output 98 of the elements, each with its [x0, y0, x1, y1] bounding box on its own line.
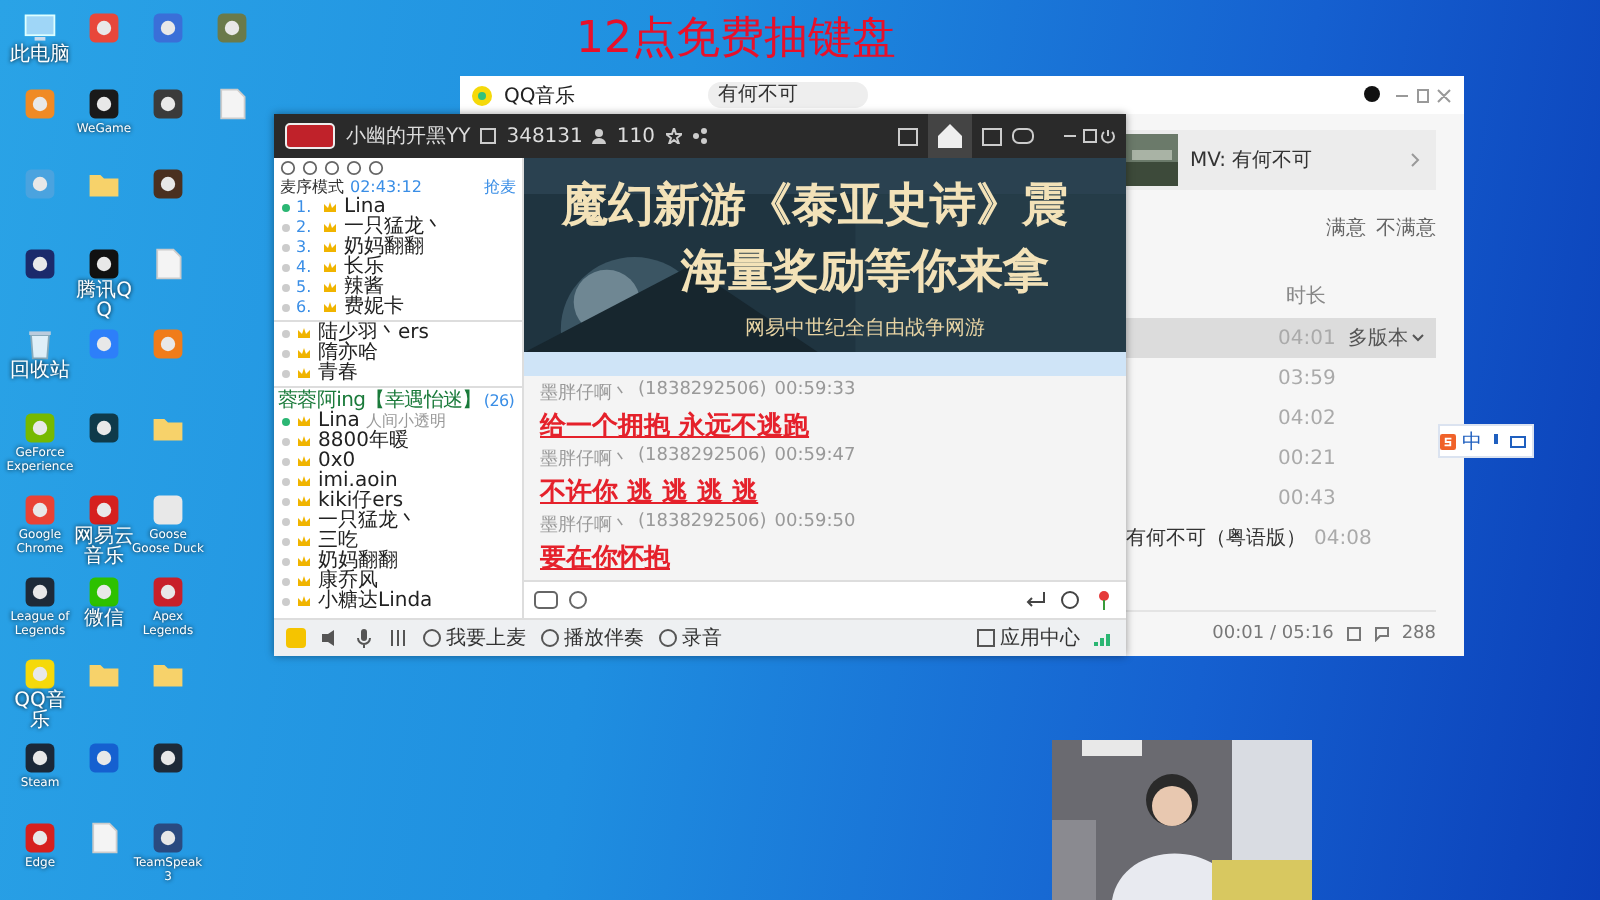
mv-title: MV: 有何不可: [1190, 148, 1313, 174]
user-name[interactable]: Lina: [344, 198, 386, 218]
input-method-bar[interactable]: 中: [1438, 424, 1534, 458]
feedback-link[interactable]: 不满意: [1376, 214, 1436, 242]
person-icon: [592, 128, 607, 144]
queue-rank: 3.: [296, 238, 314, 258]
user-status: 人间小透明: [365, 412, 446, 430]
song-duration: 00:43: [1278, 487, 1336, 509]
banner-tagline: 网易中世纪全自由战争网游: [745, 315, 985, 342]
overlay-title: 12点免费抽键盘: [576, 12, 896, 68]
input-method-logo-icon: [1440, 433, 1456, 449]
channel-id: 348131: [506, 125, 583, 147]
versions-dropdown[interactable]: 多版本: [1347, 324, 1408, 352]
signal-icon: [1094, 628, 1114, 648]
chat-message: 不许你 逃 逃 逃 逃: [540, 475, 761, 510]
feedback-link[interactable]: 满意: [1326, 214, 1366, 242]
user-name[interactable]: 奶妈翻翻: [318, 552, 398, 572]
user-name[interactable]: 小糖达Linda: [318, 592, 433, 612]
playback-time: 00:01 / 05:16: [1212, 624, 1334, 644]
timer: 02:43:12: [350, 178, 422, 196]
chat-message: 要在你怀抱: [540, 541, 672, 576]
comment-count: 288: [1401, 624, 1436, 644]
search-field[interactable]: 有何不可: [707, 82, 868, 108]
user-name[interactable]: Lina: [318, 412, 360, 432]
avatar-icon[interactable]: [1364, 85, 1380, 105]
queue-rank: 2.: [296, 218, 314, 238]
user-name[interactable]: 青春: [318, 364, 358, 384]
user-name[interactable]: 隋亦哈: [318, 344, 378, 364]
message-time: 00:59:47: [774, 445, 856, 470]
computer-icon: [22, 10, 58, 46]
song-duration: 03:59: [1278, 367, 1336, 389]
equalizer-icon[interactable]: [388, 628, 408, 648]
sender-name: 墨胖仔啊丶: [540, 447, 630, 472]
user-name[interactable]: 长乐: [344, 258, 384, 278]
user-name[interactable]: 三吃: [318, 532, 358, 552]
user-name[interactable]: 辣酱: [344, 278, 384, 298]
song-row[interactable]: 有何不可（粤语版） 04:08: [1126, 518, 1436, 558]
mode-label: 麦序模式: [280, 178, 344, 198]
speaker-icon[interactable]: [320, 628, 340, 648]
toolbar-icon: [540, 628, 560, 648]
sender-name: 墨胖仔啊丶: [540, 381, 630, 406]
app-name: QQ音乐: [504, 83, 576, 109]
banner-headline: 海量奖励等你来拿: [681, 242, 1049, 302]
sender-id: (1838292506): [638, 511, 767, 536]
queue-rank: 4.: [296, 258, 314, 278]
user-name[interactable]: kiki仔ers: [318, 492, 404, 512]
user-name[interactable]: 8800年暖: [318, 432, 409, 452]
music-logo-icon: [472, 85, 492, 105]
user-name[interactable]: 费妮卡: [344, 298, 404, 318]
queue-rank: 6.: [296, 298, 314, 318]
comment-icon[interactable]: [1373, 626, 1390, 642]
user-name[interactable]: 0x0: [318, 452, 356, 472]
grab-mic-link[interactable]: 抢麦: [484, 178, 516, 198]
column-header: 时长: [1284, 283, 1328, 310]
queue-rank: 5.: [296, 278, 314, 298]
song-title: 有何不可（粤语版）: [1126, 528, 1306, 550]
chat-message: 给一个拥抱 永远不逃跑: [540, 409, 812, 444]
chevron-icon: [1410, 152, 1420, 168]
keyboard-icon: [1510, 433, 1526, 449]
online-count: 110: [616, 125, 655, 147]
home-icon[interactable]: [928, 114, 972, 158]
song-duration: 04:02: [1278, 407, 1336, 429]
user-name[interactable]: 一只猛龙丶: [344, 218, 444, 238]
sender-id: (1838292506): [638, 445, 767, 470]
toolbar-button[interactable]: 录音: [658, 624, 722, 652]
group-name[interactable]: 蓉蓉阿ing【幸遇怡迷】: [278, 390, 482, 412]
user-name[interactable]: 陆少羽丶ers: [318, 324, 429, 344]
user-name[interactable]: imi.aoin: [318, 472, 398, 492]
toolbar-icon: [658, 628, 678, 648]
toolbar-icon: [422, 628, 442, 648]
user-name[interactable]: 康乔风: [318, 572, 378, 592]
toolbar-button[interactable]: 我要上麦: [422, 624, 526, 652]
share-icon[interactable]: [691, 128, 707, 144]
file-icon: [150, 246, 186, 282]
song-duration: 00:21: [1278, 447, 1336, 469]
sender-id: (1838292506): [638, 379, 767, 404]
ad-banner[interactable]: 魔幻新游《泰亚史诗》震 海量奖励等你来拿 网易中世纪全自由战争网游: [524, 158, 1126, 353]
enter-icon[interactable]: [1024, 589, 1048, 610]
app-center-button[interactable]: 应用中心: [976, 624, 1080, 652]
user-name[interactable]: 奶妈翻翻: [344, 238, 424, 258]
file-icon: [214, 86, 250, 122]
message-time: 00:59:50: [774, 511, 856, 536]
toolbar-button[interactable]: 播放伴奏: [540, 624, 644, 652]
queue-rank: 1.: [296, 198, 314, 218]
file-icon: [86, 820, 122, 856]
user-name[interactable]: 一只猛龙丶: [318, 512, 418, 532]
star-icon[interactable]: [665, 128, 681, 144]
input-mode: 中: [1462, 429, 1482, 455]
channel-name: 小幽的开黑YY: [346, 123, 471, 150]
group-count: (26): [483, 390, 515, 412]
caret-icon[interactable]: [1411, 334, 1424, 342]
banner-headline: 魔幻新游《泰亚史诗》震: [562, 176, 1068, 236]
microphone-icon: [1488, 433, 1504, 449]
message-time: 00:59:33: [774, 379, 856, 404]
channel-logo-icon: [284, 122, 336, 150]
song-duration: 04:08: [1314, 527, 1372, 549]
microphone-icon[interactable]: [354, 628, 374, 648]
sender-name: 墨胖仔啊丶: [540, 513, 630, 538]
